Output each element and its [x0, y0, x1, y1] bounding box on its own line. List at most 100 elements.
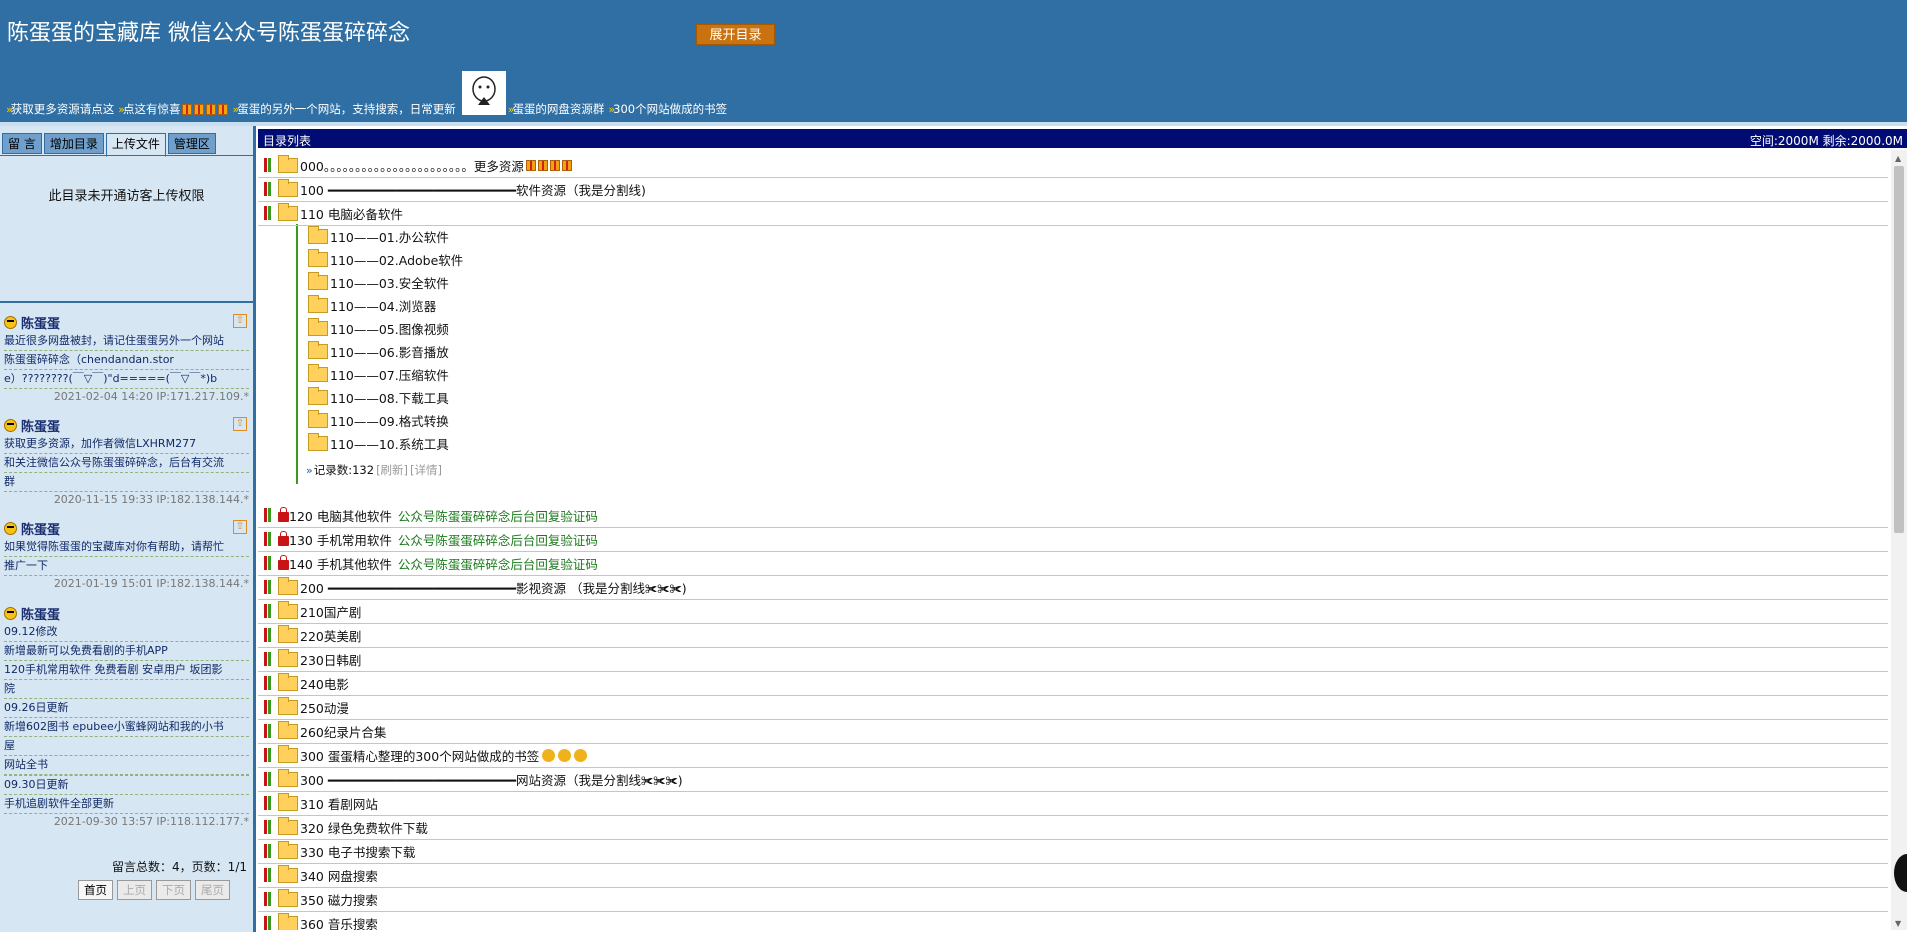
subfolder-name[interactable]: 110——01.办公软件 [330, 227, 449, 246]
subfolder-name[interactable]: 110——02.Adobe软件 [330, 250, 463, 269]
pin-top-icon[interactable]: ⇧ [233, 314, 247, 328]
directory-row[interactable]: 140 手机其他软件 公众号陈蛋蛋碎碎念后台回复验证码 [258, 551, 1888, 576]
directory-name[interactable]: 320 绿色免费软件下载 [300, 818, 428, 837]
sort-handle-icon[interactable] [264, 843, 274, 859]
sort-handle-icon[interactable] [264, 867, 274, 883]
sort-handle-icon[interactable] [264, 507, 274, 523]
directory-row[interactable]: 330 电子书搜索下载 [258, 839, 1888, 864]
directory-name[interactable]: 120 电脑其他软件 [289, 506, 392, 525]
directory-name[interactable]: 350 磁力搜索 [300, 890, 378, 909]
directory-name[interactable]: 250动漫 [300, 698, 349, 717]
directory-name[interactable]: 230日韩剧 [300, 650, 361, 669]
subfolder-name[interactable]: 110——05.图像视频 [330, 319, 449, 338]
directory-row[interactable]: 260纪录片合集 [258, 719, 1888, 744]
subfolder-name[interactable]: 110——03.安全软件 [330, 273, 449, 292]
directory-row[interactable]: 130 手机常用软件 公众号陈蛋蛋碎碎念后台回复验证码 [258, 527, 1888, 552]
subfolder-name[interactable]: 110——04.浏览器 [330, 296, 436, 315]
pin-top-icon[interactable]: ⇧ [233, 520, 247, 534]
sort-handle-icon[interactable] [264, 579, 274, 595]
directory-name[interactable]: 000。。。。。。。。。。。。。。。。。。。。。。。更多资源 [300, 156, 524, 175]
sort-handle-icon[interactable] [264, 157, 274, 173]
pin-top-icon[interactable]: ⇧ [233, 417, 247, 431]
first-page-button[interactable]: 首页 [78, 880, 113, 900]
scrollbar-thumb[interactable] [1894, 166, 1904, 533]
sort-handle-icon[interactable] [264, 531, 274, 547]
directory-name[interactable]: 360 音乐搜索 [300, 914, 378, 931]
directory-row[interactable]: 310 看剧网站 [258, 791, 1888, 816]
refresh-link[interactable]: [刷新] [376, 462, 408, 478]
subfolder-name[interactable]: 110——08.下载工具 [330, 388, 449, 407]
subfolder-row[interactable]: 110——01.办公软件 [308, 225, 449, 247]
directory-row[interactable]: 210国产剧 [258, 599, 1888, 624]
tab-add-directory[interactable]: 增加目录 [43, 133, 104, 154]
sort-handle-icon[interactable] [264, 891, 274, 907]
subfolder-row[interactable]: 110——04.浏览器 [308, 294, 436, 316]
sort-handle-icon[interactable] [264, 723, 274, 739]
directory-name[interactable]: 220英美剧 [300, 626, 361, 645]
sort-handle-icon[interactable] [264, 819, 274, 835]
subfolder-row[interactable]: 110——09.格式转换 [308, 409, 449, 431]
sort-handle-icon[interactable] [264, 555, 274, 571]
sort-handle-icon[interactable] [264, 771, 274, 787]
sort-handle-icon[interactable] [264, 699, 274, 715]
link-bookmarks[interactable]: » 300个网站做成的书签 [608, 101, 727, 117]
last-page-button[interactable]: 尾页 [195, 880, 230, 900]
directory-name[interactable]: 200 ━━━━━━━━━━━━━━━━━━━━━━━━━影视资源 （我是分割线… [300, 578, 687, 597]
scroll-up-arrow-icon[interactable]: ▲ [1895, 154, 1901, 163]
subfolder-name[interactable]: 110——09.格式转换 [330, 411, 449, 430]
subfolder-name[interactable]: 110——07.压缩软件 [330, 365, 449, 384]
sort-handle-icon[interactable] [264, 181, 274, 197]
subfolder-name[interactable]: 110——06.影音播放 [330, 342, 449, 361]
directory-row[interactable]: 340 网盘搜索 [258, 863, 1888, 888]
directory-name[interactable]: 100 ━━━━━━━━━━━━━━━━━━━━━━━━━软件资源（我是分割线) [300, 180, 646, 199]
directory-name[interactable]: 340 网盘搜索 [300, 866, 378, 885]
directory-name[interactable]: 310 看剧网站 [300, 794, 378, 813]
directory-name[interactable]: 210国产剧 [300, 602, 361, 621]
directory-row[interactable]: 200 ━━━━━━━━━━━━━━━━━━━━━━━━━影视资源 （我是分割线… [258, 575, 1888, 600]
link-surprise[interactable]: » 点这有惊喜 [118, 101, 229, 117]
directory-name[interactable]: 260纪录片合集 [300, 722, 386, 741]
subfolder-row[interactable]: 110——10.系统工具 [308, 432, 449, 454]
link-more-resources[interactable]: » 获取更多资源请点这 [6, 101, 114, 117]
directory-name[interactable]: 300 ━━━━━━━━━━━━━━━━━━━━━━━━━网站资源（我是分割线✀… [300, 770, 683, 789]
directory-row[interactable]: 000。。。。。。。。。。。。。。。。。。。。。。。更多资源 [258, 153, 1888, 178]
subfolder-row[interactable]: 110——02.Adobe软件 [308, 248, 463, 270]
directory-row[interactable]: 110 电脑必备软件 [258, 201, 1888, 226]
directory-row[interactable]: 350 磁力搜索 [258, 887, 1888, 912]
subfolder-row[interactable]: 110——05.图像视频 [308, 317, 449, 339]
directory-row[interactable]: 320 绿色免费软件下载 [258, 815, 1888, 840]
directory-row[interactable]: 120 电脑其他软件 公众号陈蛋蛋碎碎念后台回复验证码 [258, 503, 1888, 528]
link-other-site[interactable]: » 蛋蛋的另外一个网站，支持搜索，日常更新 [232, 101, 455, 117]
directory-name[interactable]: 130 手机常用软件 [289, 530, 392, 549]
subfolder-row[interactable]: 110——06.影音播放 [308, 340, 449, 362]
directory-name[interactable]: 140 手机其他软件 [289, 554, 392, 573]
sort-handle-icon[interactable] [264, 747, 274, 763]
sort-handle-icon[interactable] [264, 651, 274, 667]
tab-admin[interactable]: 管理区 [167, 133, 216, 154]
sort-handle-icon[interactable] [264, 915, 274, 930]
scroll-down-arrow-icon[interactable]: ▼ [1895, 919, 1901, 928]
subfolder-row[interactable]: 110——07.压缩软件 [308, 363, 449, 385]
directory-name[interactable]: 240电影 [300, 674, 349, 693]
sort-handle-icon[interactable] [264, 205, 274, 221]
directory-row[interactable]: 300 蛋蛋精心整理的300个网站做成的书签 [258, 743, 1888, 768]
subfolder-row[interactable]: 110——03.安全软件 [308, 271, 449, 293]
subfolder-name[interactable]: 110——10.系统工具 [330, 434, 449, 453]
detail-link[interactable]: [详情] [410, 462, 442, 478]
directory-row[interactable]: 300 ━━━━━━━━━━━━━━━━━━━━━━━━━网站资源（我是分割线✀… [258, 767, 1888, 792]
subfolder-row[interactable]: 110——08.下载工具 [308, 386, 449, 408]
link-netdisk-group[interactable]: » 蛋蛋的网盘资源群 [508, 101, 605, 117]
sort-handle-icon[interactable] [264, 603, 274, 619]
directory-row[interactable]: 230日韩剧 [258, 647, 1888, 672]
scrollbar[interactable]: ▲ ▼ [1891, 150, 1907, 930]
sort-handle-icon[interactable] [264, 675, 274, 691]
tab-messages[interactable]: 留 言 [2, 133, 42, 154]
next-page-button[interactable]: 下页 [156, 880, 191, 900]
directory-row[interactable]: 100 ━━━━━━━━━━━━━━━━━━━━━━━━━软件资源（我是分割线) [258, 177, 1888, 202]
directory-row[interactable]: 250动漫 [258, 695, 1888, 720]
directory-name[interactable]: 330 电子书搜索下载 [300, 842, 415, 861]
expand-directory-button[interactable]: 展开目录 [696, 24, 775, 45]
directory-name[interactable]: 300 蛋蛋精心整理的300个网站做成的书签 [300, 746, 539, 765]
directory-row[interactable]: 360 音乐搜索 [258, 911, 1888, 930]
tab-upload-file[interactable]: 上传文件 [105, 133, 166, 157]
